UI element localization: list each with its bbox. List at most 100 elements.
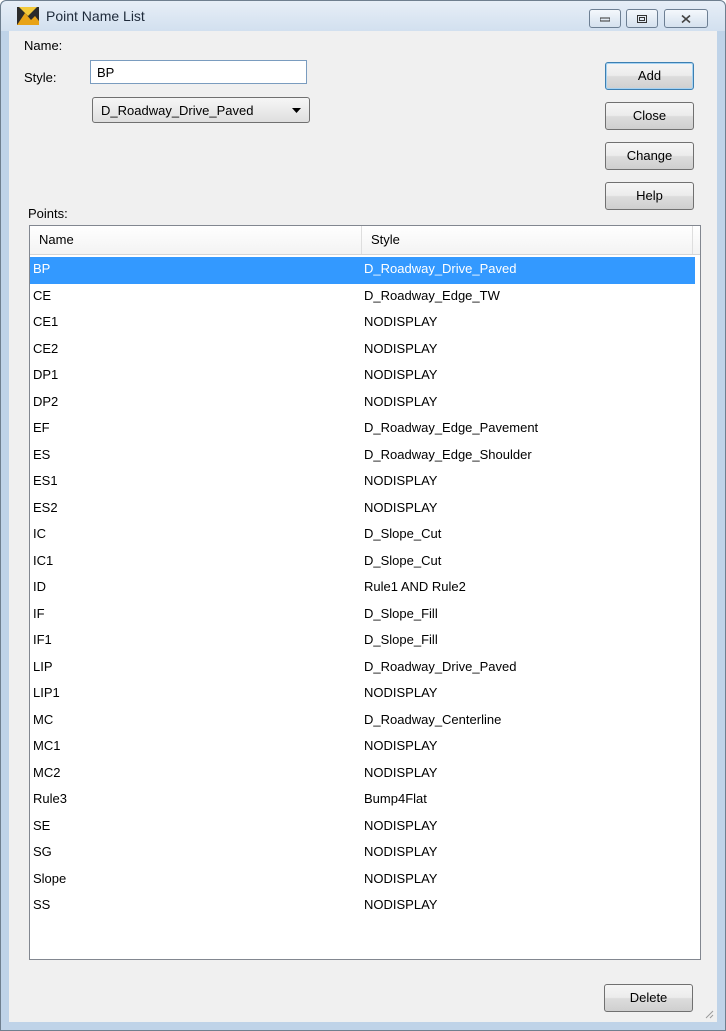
name-label: Name: <box>24 38 63 53</box>
cell-style: D_Roadway_Edge_TW <box>364 287 500 303</box>
delete-button[interactable]: Delete <box>604 984 693 1012</box>
cell-style: D_Roadway_Edge_Pavement <box>364 420 539 435</box>
cell-style: NODISPLAY <box>364 685 438 700</box>
cell-name: CE1 <box>33 314 59 329</box>
cell-style: NODISPLAY <box>364 314 438 329</box>
cell-style: NODISPLAY <box>364 844 438 859</box>
table-row[interactable]: IF1 D_Slope_Fill <box>30 628 700 655</box>
cell-name: SS <box>33 897 51 912</box>
close-button[interactable]: Close <box>605 102 694 130</box>
cell-style: NODISPLAY <box>364 870 438 886</box>
cell-name: DP1 <box>33 367 59 382</box>
point-name-list-window: Point Name List Name: Style: D_Roadway_D… <box>0 0 726 1031</box>
cell-name: Rule3 <box>33 791 67 806</box>
resize-grip-icon[interactable] <box>703 1008 714 1019</box>
cell-name: IF <box>33 605 45 621</box>
cell-style: D_Slope_Fill <box>364 605 438 621</box>
change-button[interactable]: Change <box>605 142 694 170</box>
cell-name: ES <box>33 446 51 462</box>
style-label: Style: <box>24 70 57 85</box>
list-rows: BP D_Roadway_Drive_Paved CE D_Roadway_Edge_… <box>30 257 700 920</box>
cell-name: ES2 <box>33 499 58 515</box>
cell-name: CE <box>33 287 52 303</box>
table-row[interactable]: ID Rule1 AND Rule2 <box>30 575 700 602</box>
cell-style: D_Roadway_Edge_Shoulder <box>364 446 532 462</box>
cell-style: NODISPLAY <box>364 764 438 780</box>
minimize-button[interactable] <box>589 9 621 28</box>
style-dropdown-value: D_Roadway_Drive_Paved <box>101 103 254 118</box>
table-row[interactable]: ES2 NODISPLAY <box>30 496 700 523</box>
table-row[interactable]: MC D_Roadway_Centerline <box>30 708 700 735</box>
name-input[interactable] <box>90 60 307 84</box>
cell-style: NODISPLAY <box>364 340 438 356</box>
table-row[interactable]: Slope NODISPLAY <box>30 867 700 894</box>
cell-name: MC2 <box>33 764 61 780</box>
cell-name: SG <box>33 844 52 859</box>
window-title: Point Name List <box>46 8 145 24</box>
table-row[interactable]: LIP D_Roadway_Drive_Paved <box>30 655 700 682</box>
dialog-body: Name: Style: D_Roadway_Drive_Paved Add C… <box>9 31 717 1022</box>
points-list[interactable]: Name Style BP D_Roadway_Drive_Paved CE D_Ro… <box>29 225 701 960</box>
table-row[interactable]: DP2 NODISPLAY <box>30 390 700 417</box>
cell-style: D_Roadway_Drive_Paved <box>364 261 517 276</box>
cell-name: MC1 <box>33 738 61 753</box>
cell-style: D_Roadway_Centerline <box>364 711 502 727</box>
cell-name: ES1 <box>33 473 58 488</box>
style-dropdown[interactable]: D_Roadway_Drive_Paved <box>92 97 310 123</box>
title-bar[interactable]: Point Name List <box>1 1 725 31</box>
cell-style: NODISPLAY <box>364 367 438 382</box>
cell-style: NODISPLAY <box>364 393 438 409</box>
table-row[interactable]: IF D_Slope_Fill <box>30 602 700 629</box>
cell-name: LIP <box>33 658 53 674</box>
table-row[interactable]: EF D_Roadway_Edge_Pavement <box>30 416 700 443</box>
cell-name: ID <box>33 579 46 594</box>
add-button[interactable]: Add <box>605 62 694 90</box>
points-label: Points: <box>28 206 68 221</box>
cell-name: CE2 <box>33 340 59 356</box>
cell-style: D_Roadway_Drive_Paved <box>364 658 517 674</box>
cell-name: SE <box>33 817 51 833</box>
cell-name: LIP1 <box>33 685 60 700</box>
table-row[interactable]: CE D_Roadway_Edge_TW <box>30 284 700 311</box>
cell-style: D_Slope_Fill <box>364 632 438 647</box>
column-divider[interactable] <box>692 226 693 254</box>
table-row[interactable]: MC1 NODISPLAY <box>30 734 700 761</box>
cell-name: IC1 <box>33 552 54 568</box>
cell-style: Rule1 AND Rule2 <box>364 579 466 594</box>
table-row[interactable]: DP1 NODISPLAY <box>30 363 700 390</box>
cell-name: Slope <box>33 870 67 886</box>
cell-style: D_Slope_Cut <box>364 526 442 541</box>
table-row[interactable]: LIP1 NODISPLAY <box>30 681 700 708</box>
table-row[interactable]: ES1 NODISPLAY <box>30 469 700 496</box>
cell-name: BP <box>33 261 51 276</box>
table-row[interactable]: BP D_Roadway_Drive_Paved <box>30 257 695 284</box>
table-row[interactable]: CE1 NODISPLAY <box>30 310 700 337</box>
table-row[interactable]: SG NODISPLAY <box>30 840 700 867</box>
cell-style: Bump4Flat <box>364 791 427 806</box>
cell-style: NODISPLAY <box>364 473 438 488</box>
cell-name: EF <box>33 420 50 435</box>
column-divider[interactable] <box>361 226 362 254</box>
cell-style: NODISPLAY <box>364 817 438 833</box>
table-row[interactable]: SS NODISPLAY <box>30 893 700 920</box>
list-header: Name Style <box>30 226 700 255</box>
maximize-icon <box>637 14 647 23</box>
cell-name: IF1 <box>33 632 52 647</box>
maximize-button[interactable] <box>626 9 658 28</box>
table-row[interactable]: ES D_Roadway_Edge_Shoulder <box>30 443 700 470</box>
table-row[interactable]: Rule3 Bump4Flat <box>30 787 700 814</box>
help-button[interactable]: Help <box>605 182 694 210</box>
cell-style: NODISPLAY <box>364 897 438 912</box>
column-header-name[interactable]: Name <box>39 232 74 247</box>
table-row[interactable]: MC2 NODISPLAY <box>30 761 700 788</box>
close-window-button[interactable] <box>664 9 708 28</box>
table-row[interactable]: IC D_Slope_Cut <box>30 522 700 549</box>
table-row[interactable]: SE NODISPLAY <box>30 814 700 841</box>
table-row[interactable]: CE2 NODISPLAY <box>30 337 700 364</box>
table-row[interactable]: IC1 D_Slope_Cut <box>30 549 700 576</box>
app-icon <box>17 7 39 25</box>
cell-name: DP2 <box>33 393 59 409</box>
column-header-style[interactable]: Style <box>371 232 400 247</box>
cell-style: D_Slope_Cut <box>364 552 442 568</box>
cell-name: MC <box>33 711 54 727</box>
